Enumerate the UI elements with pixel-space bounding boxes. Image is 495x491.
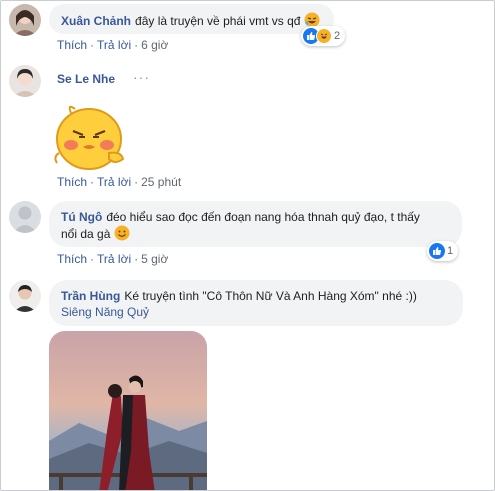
comment-author[interactable]: Xuân Chảnh bbox=[61, 14, 131, 28]
reaction-summary[interactable]: 2 bbox=[301, 26, 346, 46]
comment-tran-hung: Trần Hùng Ké truyện tình "Cô Thôn Nữ Và A… bbox=[9, 280, 486, 490]
avatar[interactable] bbox=[9, 280, 41, 312]
comment-text: Ké truyện tình "Cô Thôn Nữ Và Anh Hàng X… bbox=[124, 289, 417, 303]
comment-actions: Thích · Trả lời · 6 giờ bbox=[57, 38, 169, 52]
comment-author[interactable]: Tú Ngô bbox=[61, 210, 102, 224]
like-button[interactable]: Thích bbox=[57, 38, 87, 52]
reply-button[interactable]: Trả lời bbox=[97, 38, 131, 52]
avatar[interactable] bbox=[9, 65, 41, 97]
comment-bubble: Tú Ngô đéo hiểu sao đọc đến đoạn nang hóa… bbox=[49, 201, 462, 247]
comment-author[interactable]: Se Le Nhe bbox=[57, 72, 115, 86]
reply-button[interactable]: Trả lời bbox=[97, 252, 131, 266]
comment-xuan-chanh: Xuân Chảnh đây là truyện về phái vmt vs q… bbox=[9, 4, 486, 56]
reaction-count: 1 bbox=[447, 245, 454, 257]
like-button[interactable]: Thích bbox=[57, 175, 87, 189]
reaction-summary[interactable]: 1 bbox=[427, 241, 459, 261]
avatar[interactable] bbox=[9, 4, 41, 36]
smile-emoji-icon bbox=[114, 225, 130, 241]
comment-se-le-nhe: Se Le Nhe ··· Thích · Trả lời · 25 phút bbox=[9, 65, 486, 191]
comment-time[interactable]: 6 giờ bbox=[141, 38, 168, 52]
haha-reaction-icon bbox=[316, 28, 332, 44]
mention-link[interactable]: Siêng Năng Quỷ bbox=[61, 305, 149, 319]
couple-photo[interactable] bbox=[49, 331, 207, 490]
comment-tu-ngo: Tú Ngô đéo hiểu sao đọc đến đoạn nang hóa… bbox=[9, 201, 486, 271]
comments-panel: Xuân Chảnh đây là truyện về phái vmt vs q… bbox=[0, 0, 495, 491]
comment-time[interactable]: 5 giờ bbox=[141, 252, 168, 266]
comment-text-line1: đéo hiểu sao đọc đến đoạn nang hóa thnah… bbox=[106, 210, 420, 224]
comment-actions: Thích · Trả lời · 5 giờ bbox=[57, 252, 169, 266]
comment-author[interactable]: Trần Hùng bbox=[61, 289, 120, 303]
comment-text: đây là truyện về phái vmt vs qđ bbox=[135, 14, 301, 28]
comment-time[interactable]: 25 phút bbox=[141, 175, 181, 189]
comment-bubble: Trần Hùng Ké truyện tình "Cô Thôn Nữ Và A… bbox=[49, 280, 463, 326]
comment-actions: Thích · Trả lời · 25 phút bbox=[57, 175, 182, 189]
reply-button[interactable]: Trả lời bbox=[97, 175, 131, 189]
more-options-icon[interactable]: ··· bbox=[133, 69, 150, 85]
blushing-chick-sticker bbox=[49, 95, 129, 175]
like-button[interactable]: Thích bbox=[57, 252, 87, 266]
avatar[interactable] bbox=[9, 201, 41, 233]
reaction-count: 2 bbox=[334, 30, 341, 42]
comment-text-line2: nổi da gà bbox=[61, 227, 111, 241]
comment-bubble: Xuân Chảnh đây là truyện về phái vmt vs q… bbox=[49, 4, 334, 34]
like-reaction-icon bbox=[429, 243, 445, 259]
